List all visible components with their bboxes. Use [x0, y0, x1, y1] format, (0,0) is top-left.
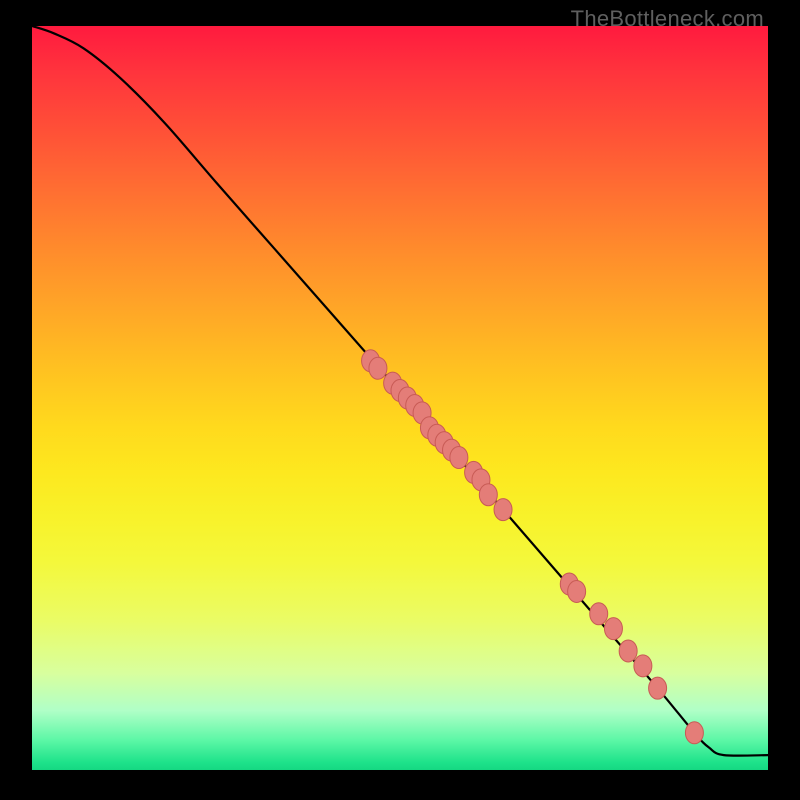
data-point [494, 499, 512, 521]
scatter-points [362, 350, 704, 744]
data-point [649, 677, 667, 699]
data-point [619, 640, 637, 662]
data-point [479, 484, 497, 506]
chart-svg [32, 26, 768, 770]
data-point [590, 603, 608, 625]
data-point [568, 580, 586, 602]
data-point [450, 447, 468, 469]
data-point [604, 618, 622, 640]
watermark-text: TheBottleneck.com [571, 6, 764, 32]
data-point [634, 655, 652, 677]
data-point [369, 357, 387, 379]
chart-frame: TheBottleneck.com [0, 0, 800, 800]
plot-area [32, 26, 768, 770]
data-point [685, 722, 703, 744]
